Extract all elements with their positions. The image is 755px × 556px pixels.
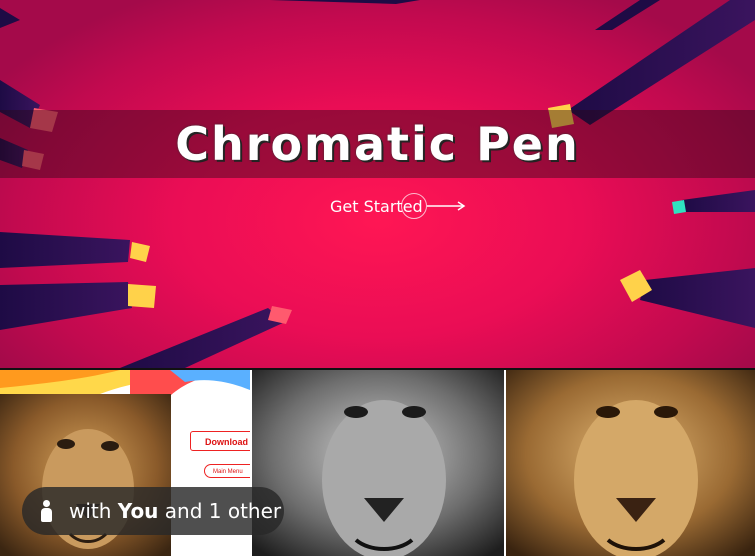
thumbnail-lion-grayscale[interactable] <box>252 370 504 556</box>
lion-color-image <box>506 370 755 556</box>
presence-prefix: with <box>69 499 112 523</box>
presence-you: You <box>117 499 159 523</box>
presence-suffix: and 1 other <box>164 499 282 523</box>
get-started-button[interactable]: Get Started <box>330 192 467 220</box>
thumbnail-lion-color[interactable] <box>506 370 755 556</box>
get-started-label: Get Started <box>330 196 423 216</box>
lion-grayscale-image <box>252 370 504 556</box>
pen-rays-decoration <box>0 0 755 368</box>
arrow-right-icon <box>426 201 466 211</box>
download-button: Download <box>190 431 250 451</box>
hero-title: Chromatic Pen <box>175 117 580 171</box>
main-menu-button: Main Menu <box>204 464 250 478</box>
presence-indicator[interactable]: with You and 1 other <box>22 487 284 535</box>
hero-banner: Chromatic Pen Get Started <box>0 0 755 368</box>
person-icon <box>39 500 53 522</box>
